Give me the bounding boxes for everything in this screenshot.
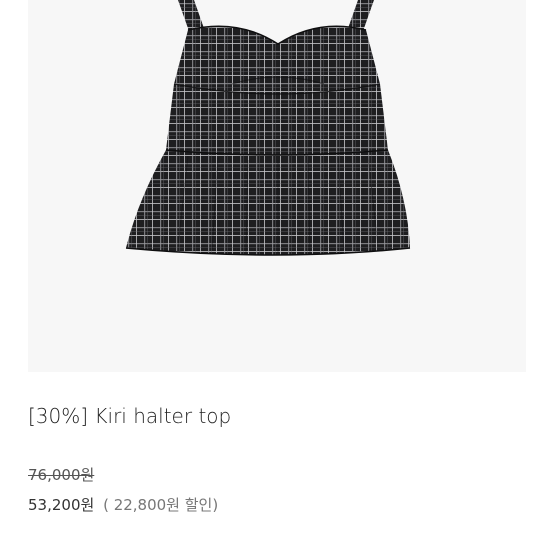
halter-top-illustration [125,0,411,256]
product-image[interactable] [28,0,526,372]
discount-amount: ( 22,800원 할인) [103,496,219,514]
product-title[interactable]: [30%] Kiri halter top [28,404,231,428]
original-price: 76,000원 [28,466,95,484]
sale-price: 53,200원 [28,496,95,514]
sale-price-row: 53,200원 ( 22,800원 할인) [28,494,218,515]
